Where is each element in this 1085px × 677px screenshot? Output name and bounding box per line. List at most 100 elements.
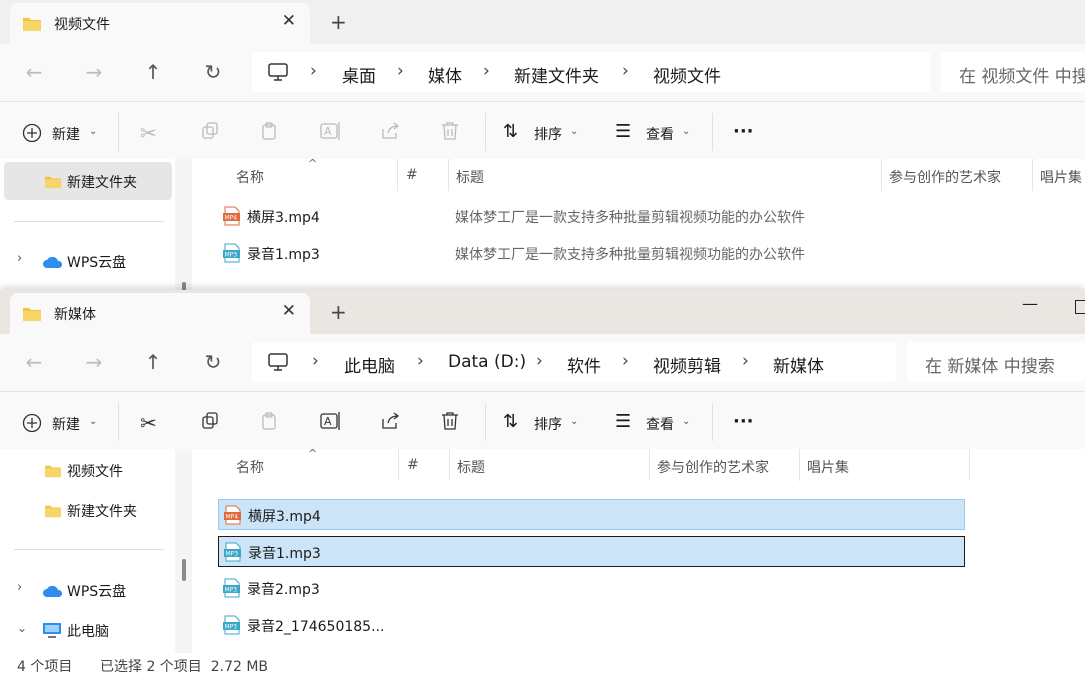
address-bar[interactable]: › 此电脑 › Data (D:) › 软件 › 视频剪辑 › 新媒体 — [252, 342, 896, 382]
new-button[interactable]: 新建 ⌄ — [22, 121, 102, 145]
breadcrumb-video-files[interactable]: 视频文件 — [653, 62, 721, 87]
sidebar-item-wps-cloud[interactable]: › WPS云盘 — [4, 242, 172, 280]
copy-icon[interactable] — [200, 411, 220, 435]
divider — [449, 449, 450, 481]
delete-icon[interactable] — [441, 411, 459, 435]
column-header-artists[interactable]: 参与创作的艺术家 — [657, 457, 769, 477]
paste-icon[interactable] — [260, 121, 280, 145]
sort-button[interactable]: ⇅ 排序 ⌄ — [503, 121, 583, 145]
breadcrumb-drive-d[interactable]: Data (D:) — [448, 352, 526, 372]
share-icon[interactable] — [380, 411, 400, 435]
sort-icon: ⇅ — [503, 411, 519, 432]
column-header-name[interactable]: 名称 — [236, 167, 264, 187]
refresh-icon[interactable]: ↻ — [199, 58, 227, 86]
folder-icon — [22, 16, 42, 36]
sidebar-item-new-folder[interactable]: 新建文件夹 — [4, 491, 172, 529]
minimize-icon[interactable]: — — [1022, 294, 1038, 313]
breadcrumb-software[interactable]: 软件 — [567, 352, 601, 377]
column-header-name[interactable]: 名称 — [236, 457, 264, 477]
refresh-icon[interactable]: ↻ — [199, 348, 227, 376]
file-row[interactable]: MP4 横屏3.mp4 媒体梦工厂是一款支持多种批量剪辑视频功能的办公软件 — [218, 201, 918, 232]
sidebar-item-new-folder[interactable]: 新建文件夹 — [4, 162, 172, 200]
up-arrow-icon[interactable]: ↑ — [139, 58, 167, 86]
folder-icon — [44, 174, 62, 193]
share-icon[interactable] — [380, 121, 400, 145]
file-name: 横屏3.mp4 — [247, 210, 320, 226]
sidebar-item-wps-cloud[interactable]: › WPS云盘 — [4, 571, 172, 609]
column-header-title[interactable]: 标题 — [456, 167, 484, 187]
folder-icon — [22, 306, 42, 326]
chevron-right-icon: › — [536, 351, 543, 371]
back-arrow-icon[interactable]: ← — [20, 348, 48, 376]
delete-icon[interactable] — [441, 121, 459, 145]
breadcrumb-new-folder[interactable]: 新建文件夹 — [514, 62, 599, 87]
sidebar-item-this-pc[interactable]: ⌄ 此电脑 — [4, 611, 172, 649]
mp3-file-icon: MP3 — [222, 243, 242, 267]
sidebar-scrollbar[interactable] — [175, 449, 192, 653]
file-name: 录音1.mp3 — [248, 546, 321, 562]
forward-arrow-icon[interactable]: → — [80, 58, 108, 86]
chevron-right-icon: › — [622, 351, 629, 371]
tab-bar: 视频文件 ✕ + — [0, 0, 1085, 44]
chevron-down-icon: ⌄ — [570, 126, 579, 137]
view-button[interactable]: ☰ 查看 ⌄ — [615, 411, 695, 435]
more-options-icon[interactable]: ··· — [733, 121, 754, 145]
column-header-number[interactable]: # — [407, 457, 419, 473]
maximize-icon[interactable] — [1075, 300, 1085, 314]
chevron-right-icon: › — [17, 580, 23, 595]
search-input[interactable]: 在 新媒体 中搜索 — [907, 342, 1085, 382]
copy-icon[interactable] — [200, 121, 220, 145]
breadcrumb-new-media[interactable]: 新媒体 — [773, 352, 824, 377]
tab-video-files[interactable]: 视频文件 ✕ — [10, 3, 310, 44]
sidebar-item-video-files[interactable]: 视频文件 — [4, 451, 172, 489]
plus-circle-icon — [22, 413, 42, 433]
view-button[interactable]: ☰ 查看 ⌄ — [615, 121, 695, 145]
column-header-album[interactable]: 唱片集 — [1040, 167, 1082, 187]
divider — [118, 403, 119, 441]
chevron-down-icon: ⌄ — [89, 126, 98, 137]
mp3-file-icon: MP3 — [223, 542, 243, 566]
close-tab-icon[interactable]: ✕ — [282, 11, 296, 31]
up-arrow-icon[interactable]: ↑ — [139, 348, 167, 376]
breadcrumb-video-editing[interactable]: 视频剪辑 — [653, 352, 721, 377]
file-row[interactable]: MP3 录音2.mp3 — [218, 573, 965, 604]
chevron-down-icon: ⌄ — [17, 621, 28, 635]
rename-icon[interactable]: A — [320, 411, 342, 435]
cloud-icon — [42, 583, 64, 602]
breadcrumb-media[interactable]: 媒体 — [428, 62, 462, 87]
column-header-album[interactable]: 唱片集 — [807, 457, 849, 477]
sidebar-scrollbar[interactable] — [175, 159, 192, 292]
tab-new-media[interactable]: 新媒体 ✕ — [10, 293, 310, 334]
forward-arrow-icon[interactable]: → — [80, 348, 108, 376]
rename-icon[interactable]: A — [320, 121, 342, 145]
file-row[interactable]: MP3 录音2_174650185... — [218, 610, 965, 641]
close-tab-icon[interactable]: ✕ — [282, 301, 296, 321]
column-header-artists[interactable]: 参与创作的艺术家 — [889, 167, 1001, 187]
mp4-file-icon: MP4 — [223, 505, 243, 529]
file-row[interactable]: MP3 录音1.mp3 媒体梦工厂是一款支持多种批量剪辑视频功能的办公软件 — [218, 238, 918, 269]
new-button[interactable]: 新建 ⌄ — [22, 411, 102, 435]
column-header-number[interactable]: # — [406, 167, 418, 183]
chevron-down-icon: ⌄ — [682, 416, 691, 427]
file-row-selected[interactable]: MP4 横屏3.mp4 — [218, 499, 965, 530]
scrollbar-thumb[interactable] — [182, 559, 186, 581]
cut-icon[interactable]: ✂ — [140, 121, 157, 145]
back-arrow-icon[interactable]: ← — [20, 58, 48, 86]
breadcrumb-desktop[interactable]: 桌面 — [342, 62, 376, 87]
column-header-title[interactable]: 标题 — [457, 457, 485, 477]
sort-button[interactable]: ⇅ 排序 ⌄ — [503, 411, 583, 435]
new-tab-icon[interactable]: + — [330, 10, 347, 34]
paste-icon[interactable] — [260, 411, 280, 435]
new-tab-icon[interactable]: + — [330, 300, 347, 324]
plus-circle-icon — [22, 123, 42, 143]
divider — [14, 549, 164, 550]
cut-icon[interactable]: ✂ — [140, 411, 157, 435]
more-options-icon[interactable]: ··· — [733, 411, 754, 435]
file-row-selected-focused[interactable]: MP3 录音1.mp3 — [218, 536, 965, 567]
search-input[interactable]: 在 视频文件 中搜 — [941, 52, 1085, 92]
breadcrumb-this-pc[interactable]: 此电脑 — [344, 352, 395, 377]
folder-icon — [44, 503, 62, 522]
divider — [712, 403, 713, 441]
address-bar[interactable]: › 桌面 › 媒体 › 新建文件夹 › 视频文件 — [252, 52, 930, 92]
divider — [881, 159, 882, 191]
